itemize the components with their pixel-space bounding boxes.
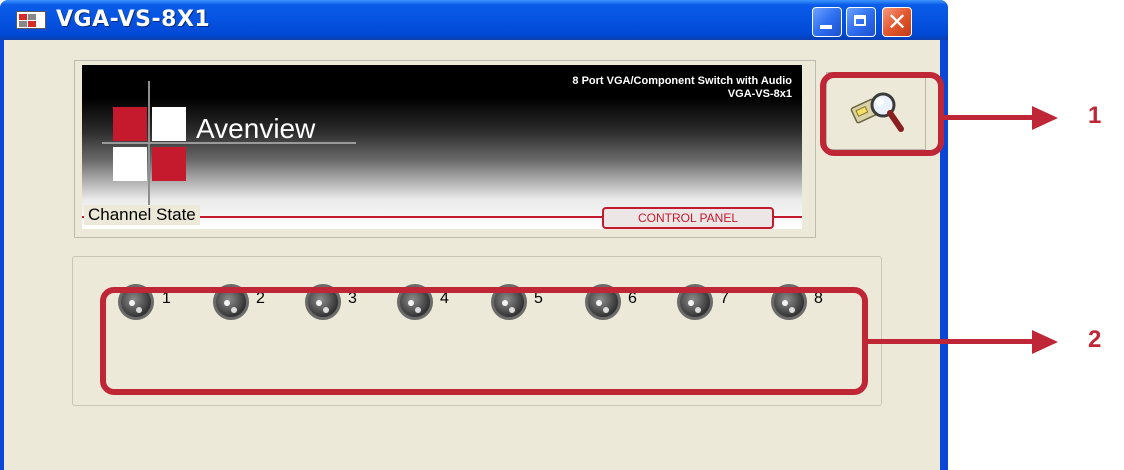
tagline-line-1: 8 Port VGA/Component Switch with Audio — [572, 75, 792, 87]
maximize-button[interactable] — [846, 7, 876, 37]
highlight-box-1 — [820, 72, 944, 156]
window-title: VGA-VS-8X1 — [56, 7, 211, 32]
maximize-icon — [847, 8, 875, 36]
highlight-box-2 — [100, 287, 868, 395]
arrow-2-line — [868, 339, 1034, 344]
close-button[interactable]: ✕ — [882, 7, 912, 37]
product-tagline: 8 Port VGA/Component Switch with Audio V… — [572, 75, 792, 101]
app-window: VGA-VS-8X1 ✕ Avenview 8 Port VGA/Compone… — [0, 0, 948, 470]
logo-vertical-line — [148, 81, 150, 207]
logo-square — [152, 147, 186, 181]
close-icon: ✕ — [886, 8, 908, 36]
callout-1: 1 — [1088, 102, 1102, 129]
client-area: Avenview 8 Port VGA/Component Switch wit… — [4, 40, 940, 470]
callout-2: 2 — [1088, 326, 1102, 353]
minimize-icon — [813, 8, 841, 36]
arrow-1-line — [944, 115, 1034, 120]
control-panel-badge: CONTROL PANEL — [602, 207, 774, 229]
tagline-line-2: VGA-VS-8x1 — [727, 88, 792, 100]
logo-square — [113, 147, 147, 181]
brand-name: Avenview — [196, 113, 316, 144]
title-bar[interactable]: VGA-VS-8X1 ✕ — [0, 0, 948, 40]
app-icon[interactable] — [16, 11, 46, 29]
channel-state-label: Channel State — [84, 205, 200, 225]
minimize-button[interactable] — [812, 7, 842, 37]
logo-square — [152, 107, 186, 141]
arrow-1-head — [1032, 106, 1058, 130]
arrow-2-head — [1032, 330, 1058, 354]
logo-square — [113, 107, 147, 141]
